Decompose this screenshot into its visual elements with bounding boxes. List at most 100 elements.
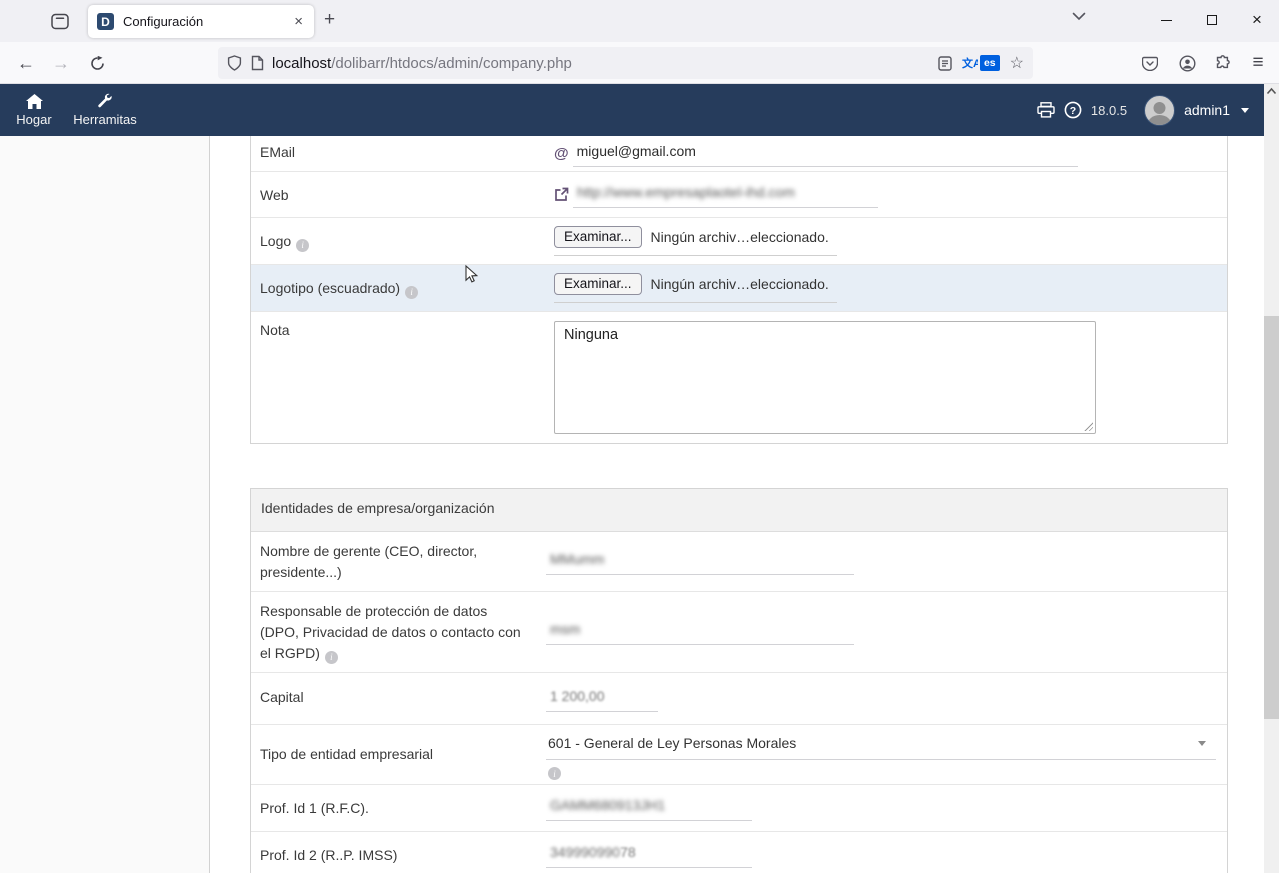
translate-icon[interactable]: 文A es <box>962 55 1000 71</box>
row-web: Web http://www.empresaplaotel-ihd.com <box>251 171 1227 217</box>
prof-id2-value-cell: 34999099078 <box>536 832 1227 873</box>
logo-label: Logoi <box>251 218 536 264</box>
identity-form-table: Identidades de empresa/organización Nomb… <box>250 488 1228 873</box>
nav-home-label: Hogar <box>11 112 57 127</box>
shield-icon[interactable] <box>227 55 242 71</box>
browser-window: D Configuración × + × ← → localhost/doli… <box>0 0 1279 873</box>
print-icon[interactable] <box>1037 102 1055 118</box>
vertical-scrollbar[interactable] <box>1264 84 1279 873</box>
web-input-redacted[interactable]: http://www.empresaplaotel-ihd.com <box>573 182 878 208</box>
email-input[interactable]: miguel@gmail.com <box>573 141 1078 167</box>
web-label: Web <box>251 172 536 217</box>
dpo-input-redacted[interactable]: msm <box>546 619 854 645</box>
info-icon: i <box>405 286 418 299</box>
logo-squared-label: Logotipo (escuadrado)i <box>251 265 536 311</box>
reader-mode-icon[interactable] <box>938 56 952 71</box>
extensions-icon[interactable] <box>1208 51 1238 75</box>
scroll-up-icon[interactable] <box>1264 84 1279 99</box>
mouse-cursor <box>461 263 479 283</box>
dpo-value-cell: msm <box>536 592 1227 672</box>
resize-grip[interactable] <box>1083 421 1093 431</box>
browse-logo-squared-button[interactable]: Examinar... <box>554 273 642 295</box>
user-avatar[interactable] <box>1144 95 1175 126</box>
email-label: EMail <box>251 136 536 171</box>
at-icon: @ <box>554 145 569 162</box>
firefox-view-icon[interactable] <box>48 10 72 32</box>
svg-text:文A: 文A <box>962 56 978 70</box>
help-icon[interactable]: ? <box>1064 101 1082 119</box>
reload-icon[interactable] <box>83 51 111 75</box>
translate-lang-badge: es <box>980 55 1000 71</box>
prof-id1-label: Prof. Id 1 (R.F.C). <box>251 785 536 831</box>
version-label: 18.0.5 <box>1091 103 1127 118</box>
menu-icon[interactable]: ≡ <box>1243 51 1273 75</box>
scrollbar-thumb[interactable] <box>1264 316 1279 719</box>
pocket-icon[interactable] <box>1135 51 1165 75</box>
tab-close-icon[interactable]: × <box>292 13 305 30</box>
logo-squared-file-status: Ningún archiv…eleccionado. <box>651 276 829 292</box>
note-value-cell: Ninguna <box>536 312 1227 443</box>
company-form-table: EMail @ miguel@gmail.com Web http://www.… <box>250 136 1228 444</box>
url-bar[interactable]: localhost/dolibarr/htdocs/admin/company.… <box>218 47 1033 79</box>
prof-id1-value-cell: GAMM680913JH1 <box>536 785 1227 831</box>
note-textarea[interactable]: Ninguna <box>554 321 1096 434</box>
browse-logo-button[interactable]: Examinar... <box>554 226 642 248</box>
page-info-icon[interactable] <box>251 55 264 71</box>
home-icon <box>11 91 57 109</box>
entity-type-select[interactable]: 601 - General de Ley Personas Morales <box>546 733 1216 760</box>
page-content: EMail @ miguel@gmail.com Web http://www.… <box>0 136 1264 873</box>
info-icon: i <box>548 767 561 780</box>
wrench-icon <box>70 91 140 109</box>
manager-value-cell: MMumm <box>536 532 1227 591</box>
manager-input-redacted[interactable]: MMumm <box>546 549 854 575</box>
entity-type-label: Tipo de entidad empresarial <box>251 725 536 784</box>
tab-title: Configuración <box>123 14 292 29</box>
account-icon[interactable] <box>1172 51 1202 75</box>
dolibarr-topnav: Hogar Herramitas ? 18.0.5 admin1 <box>0 84 1279 136</box>
tab-bar: D Configuración × + × <box>0 0 1279 42</box>
bookmark-star-icon[interactable]: ☆ <box>1010 53 1024 73</box>
back-button[interactable]: ← <box>12 51 40 75</box>
logo-file-status: Ningún archiv…eleccionado. <box>651 229 829 245</box>
row-logo: Logoi Examinar... Ningún archiv…eleccion… <box>251 217 1227 264</box>
username-label[interactable]: admin1 <box>1184 102 1230 118</box>
manager-label: Nombre de gerente (CEO, director, presid… <box>251 532 536 591</box>
prof-id1-input-redacted[interactable]: GAMM680913JH1 <box>546 795 752 821</box>
url-text: localhost/dolibarr/htdocs/admin/company.… <box>272 55 572 72</box>
logo-value-cell: Examinar... Ningún archiv…eleccionado. <box>536 218 1227 264</box>
row-entity-type: Tipo de entidad empresarial 601 - Genera… <box>251 724 1227 784</box>
window-close-button[interactable]: × <box>1234 0 1279 40</box>
window-minimize-button[interactable] <box>1143 0 1189 40</box>
svg-text:?: ? <box>1070 105 1076 117</box>
row-prof-id1: Prof. Id 1 (R.F.C). GAMM680913JH1 <box>251 784 1227 831</box>
prof-id2-input-redacted[interactable]: 34999099078 <box>546 842 752 868</box>
info-icon: i <box>325 651 338 664</box>
row-note: Nota Ninguna <box>251 311 1227 443</box>
tab-configuracion[interactable]: D Configuración × <box>88 5 314 38</box>
left-sidebar <box>0 136 210 873</box>
row-dpo: Responsable de protección de datos (DPO,… <box>251 591 1227 672</box>
capital-label: Capital <box>251 673 536 724</box>
dolibarr-favicon: D <box>97 13 114 30</box>
capital-value-cell: 1 200,00 <box>536 673 1227 724</box>
browser-toolbar: ← → localhost/dolibarr/htdocs/admin/comp… <box>0 42 1279 84</box>
row-prof-id2: Prof. Id 2 (R..P. IMSS) 34999099078 <box>251 831 1227 873</box>
window-maximize-button[interactable] <box>1189 0 1235 40</box>
forward-button[interactable]: → <box>47 51 75 75</box>
info-icon: i <box>296 239 309 252</box>
row-manager: Nombre de gerente (CEO, director, presid… <box>251 532 1227 591</box>
note-label: Nota <box>251 312 536 443</box>
row-logo-squared: Logotipo (escuadrado)i Examinar... Ningú… <box>251 264 1227 311</box>
entity-type-value-cell: 601 - General de Ley Personas Morales i <box>536 725 1227 784</box>
row-email: EMail @ miguel@gmail.com <box>251 136 1227 171</box>
external-link-icon <box>554 187 569 202</box>
new-tab-button[interactable]: + <box>324 9 335 31</box>
identity-section-title: Identidades de empresa/organización <box>251 489 1227 532</box>
nav-item-home[interactable]: Hogar <box>11 91 57 127</box>
nav-tools-label: Herramitas <box>70 112 140 127</box>
logo-squared-value-cell: Examinar... Ningún archiv…eleccionado. <box>536 265 1227 311</box>
user-menu-caret-icon[interactable] <box>1241 108 1249 113</box>
nav-item-tools[interactable]: Herramitas <box>70 91 140 127</box>
list-all-tabs-icon[interactable] <box>1072 12 1086 21</box>
capital-input-redacted[interactable]: 1 200,00 <box>546 686 658 712</box>
